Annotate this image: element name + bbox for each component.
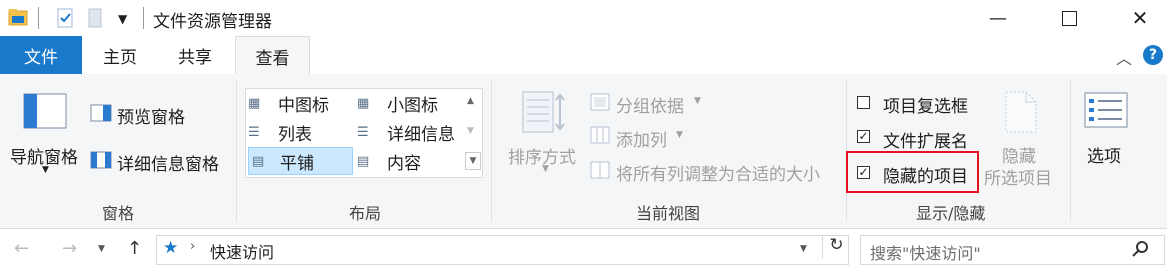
file-extensions-label[interactable]: 文件扩展名 — [883, 127, 968, 152]
details-pane-button[interactable]: 详细信息窗格 — [117, 150, 219, 175]
group-divider — [1070, 80, 1071, 222]
small-icons-icon: ▦ — [357, 95, 370, 111]
layout-group-label: 布局 — [349, 204, 382, 223]
add-column-icon — [590, 126, 610, 144]
current-view-group-label: 当前视图 — [636, 204, 701, 223]
layout-medium-icons[interactable]: ▦ 中图标 — [248, 89, 352, 117]
layout-small-icons[interactable]: ▦ 小图标 — [357, 89, 461, 117]
breadcrumb-quick-access[interactable]: 快速访问 — [210, 239, 274, 263]
quick-access-dropdown-icon[interactable]: ▼ — [118, 12, 127, 26]
tab-file[interactable]: 文件 — [0, 36, 82, 74]
group-by-icon — [590, 93, 610, 111]
show-hide-group-label: 显示/隐藏 — [916, 204, 986, 223]
search-icon[interactable] — [1132, 240, 1150, 258]
options-button[interactable]: 选项 — [1087, 142, 1121, 167]
properties-icon[interactable] — [56, 8, 74, 28]
quick-access-star-icon: ★ — [163, 238, 179, 258]
item-checkboxes-label[interactable]: 项目复选框 — [883, 92, 968, 117]
layout-list[interactable]: ☰ 列表 — [248, 118, 352, 146]
details-icon: ☰ — [357, 124, 369, 140]
hide-selected-line2[interactable]: 所选项目 — [984, 164, 1052, 189]
tiles-icon: ▤ — [252, 153, 265, 169]
preview-pane-button[interactable]: 预览窗格 — [117, 103, 185, 128]
file-extensions-checkbox[interactable]: ✓ — [857, 130, 870, 143]
panes-group-label: 窗格 — [102, 204, 135, 223]
content-icon: ▤ — [357, 153, 370, 169]
window-title: 文件资源管理器 — [153, 12, 272, 32]
list-icon: ☰ — [248, 124, 260, 140]
fit-columns-icon — [590, 161, 610, 179]
layout-content[interactable]: ▤ 内容 — [357, 147, 461, 175]
sort-by-icon — [522, 91, 568, 133]
add-column-button[interactable]: 添加列 — [616, 126, 667, 151]
collapse-ribbon-icon[interactable]: ︿ — [1116, 45, 1132, 69]
hide-selected-icon — [1004, 90, 1038, 134]
group-divider — [491, 80, 492, 222]
preview-pane-icon — [90, 104, 112, 122]
chevron-down-icon[interactable]: ▼ — [42, 165, 49, 175]
divider — [38, 7, 39, 29]
layout-details[interactable]: ☰ 详细信息 — [357, 118, 461, 146]
options-icon — [1084, 92, 1128, 128]
layout-scroll-down-icon[interactable]: ▼ — [467, 126, 474, 136]
address-dropdown-icon[interactable]: ▼ — [800, 244, 807, 254]
chevron-down-icon[interactable]: ▼ — [542, 164, 549, 174]
search-input[interactable]: 搜索"快速访问" — [870, 240, 981, 264]
refresh-icon[interactable]: ↻ — [822, 235, 850, 259]
hidden-items-highlight — [846, 151, 979, 193]
up-arrow-icon[interactable]: ↑ — [127, 238, 142, 259]
details-pane-icon — [90, 151, 112, 169]
maximize-button[interactable] — [1046, 0, 1092, 36]
folder-icon[interactable] — [8, 8, 28, 26]
tab-view[interactable]: 查看 — [235, 36, 310, 75]
back-arrow-icon[interactable]: ← — [14, 238, 29, 259]
minimize-button[interactable]: — — [975, 0, 1021, 36]
recent-locations-icon[interactable]: ▼ — [98, 244, 105, 254]
layout-scroll-up-icon[interactable]: ▲ — [467, 96, 474, 106]
item-checkboxes-checkbox[interactable] — [857, 96, 870, 109]
forward-arrow-icon[interactable]: → — [62, 238, 77, 259]
fit-columns-button[interactable]: 将所有列调整为合适的大小 — [616, 160, 820, 185]
chevron-down-icon[interactable]: ▼ — [676, 130, 683, 140]
help-icon[interactable]: ? — [1143, 45, 1163, 65]
group-divider — [236, 80, 237, 222]
breadcrumb-separator-icon[interactable]: › — [190, 239, 195, 254]
new-folder-icon[interactable] — [88, 8, 102, 28]
medium-icons-icon: ▦ — [248, 95, 261, 111]
tab-share[interactable]: 共享 — [170, 36, 220, 74]
close-button[interactable]: ✕ — [1117, 0, 1163, 36]
navigation-pane-icon[interactable] — [23, 93, 67, 129]
tab-home[interactable]: 主页 — [95, 36, 145, 74]
layout-expand-icon[interactable]: ▼ — [465, 152, 481, 170]
layout-tiles[interactable]: ▤ 平铺 — [248, 147, 353, 175]
divider — [143, 7, 144, 29]
group-by-button[interactable]: 分组依据 — [616, 92, 684, 117]
chevron-down-icon[interactable]: ▼ — [694, 96, 701, 106]
